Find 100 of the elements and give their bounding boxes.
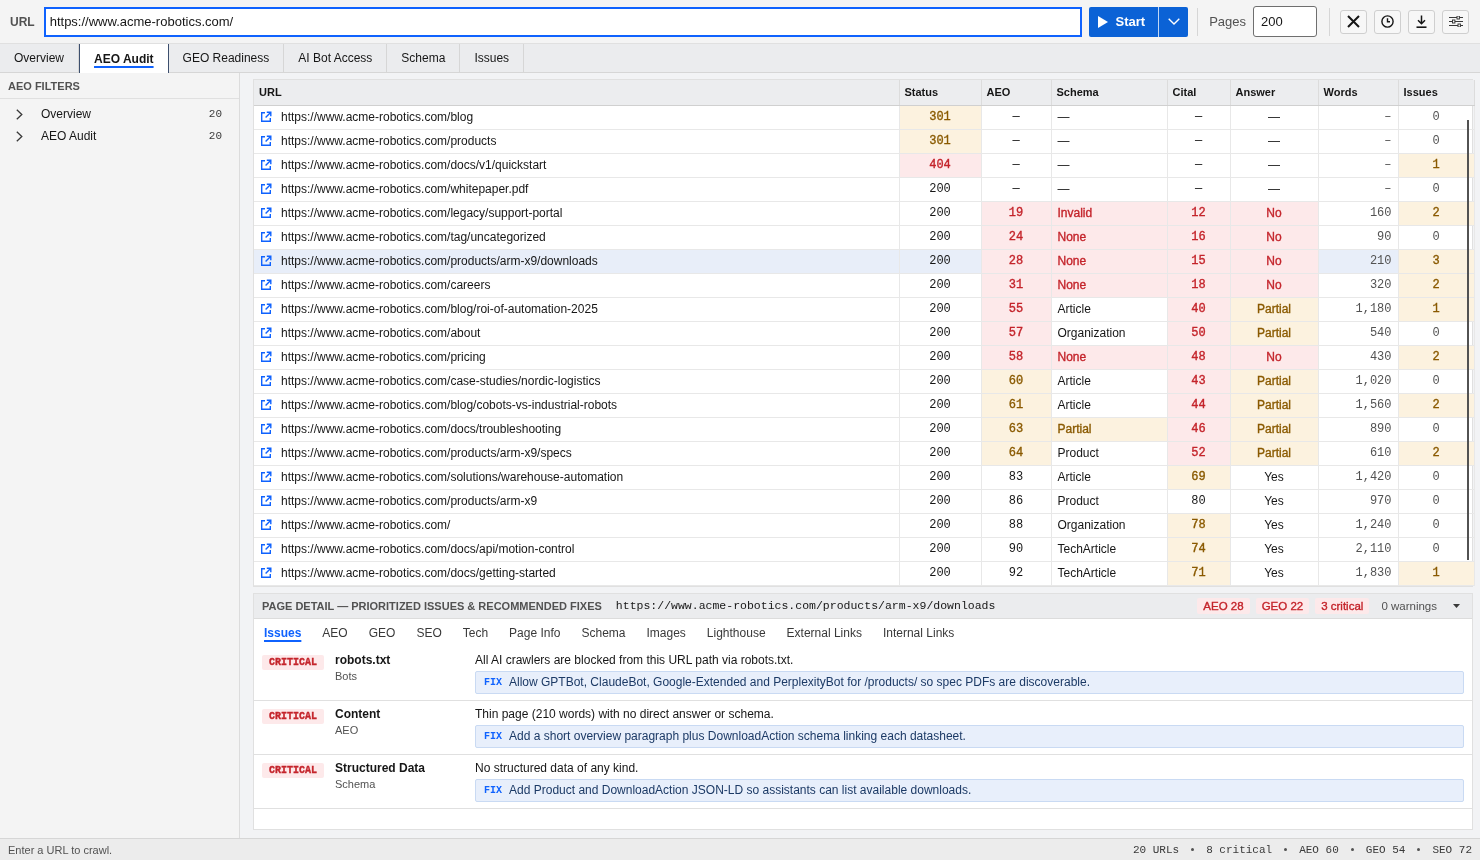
table-row[interactable]: https://www.acme-robotics.com/products 301 — — — — – 0: [254, 129, 1474, 153]
url-text: https://www.acme-robotics.com/pricing: [281, 350, 486, 364]
detail-tab[interactable]: SEO: [416, 625, 442, 640]
settings-button[interactable]: [1442, 9, 1469, 34]
external-link-icon[interactable]: [260, 351, 272, 363]
detail-tab[interactable]: Page Info: [509, 625, 561, 640]
table-row[interactable]: https://www.acme-robotics.com/blog/roi-of-automation-2025 200 55 Article 40 Partial 1,180 1: [254, 297, 1474, 321]
sidebar-item[interactable]: Overview 20: [0, 103, 239, 125]
table-row[interactable]: https://www.acme-robotics.com/pricing 200 58 None 48 No 430 2: [254, 345, 1474, 369]
tab[interactable]: Schema: [387, 44, 461, 72]
table-row[interactable]: https://www.acme-robotics.com/solutions/warehouse-automation 200 83 Article 69 Yes 1,420 0: [254, 465, 1474, 489]
external-link-icon[interactable]: [260, 495, 272, 507]
chevron-right-icon[interactable]: [16, 108, 23, 120]
fix-text: Allow GPTBot, ClaudeBot, Google-Extended and PerplexityBot for /products/ so spec PDFs are discoverable.: [509, 675, 1090, 689]
external-link-icon[interactable]: [260, 135, 272, 147]
external-link-icon[interactable]: [260, 327, 272, 339]
status-message: Enter a URL to crawl.: [8, 843, 114, 856]
table-cell: Article: [1051, 393, 1167, 417]
table-cell: Partial: [1230, 369, 1318, 393]
table-cell: 970: [1318, 489, 1398, 513]
detail-tab[interactable]: GEO: [368, 625, 396, 640]
issue-title: Structured Data: [335, 760, 427, 775]
sidebar-item[interactable]: AEO Audit 20: [0, 125, 239, 147]
table-row[interactable]: https://www.acme-robotics.com/docs/getting-started 200 92 TechArticle 71 Yes 1,830 1: [254, 561, 1474, 585]
external-link-icon[interactable]: [260, 471, 272, 483]
table-cell: 200: [899, 321, 981, 345]
detail-tab[interactable]: Lighthouse: [706, 625, 766, 640]
download-icon: [1416, 15, 1427, 28]
pages-field[interactable]: 200: [1253, 6, 1317, 37]
column-header[interactable]: AEO: [981, 80, 1051, 105]
detail-tab[interactable]: Images: [646, 625, 686, 640]
table-row[interactable]: https://www.acme-robotics.com/docs/api/motion-control 200 90 TechArticle 74 Yes 2,110 0: [254, 537, 1474, 561]
table-row[interactable]: https://www.acme-robotics.com/products/arm-x9 200 86 Product 80 Yes 970 0: [254, 489, 1474, 513]
external-link-icon[interactable]: [260, 303, 272, 315]
column-header[interactable]: Answer: [1230, 80, 1318, 105]
external-link-icon[interactable]: [260, 567, 272, 579]
external-link-icon[interactable]: [260, 231, 272, 243]
table-cell: 200: [899, 225, 981, 249]
external-link-icon[interactable]: [260, 183, 272, 195]
table-cell: No: [1230, 345, 1318, 369]
table-row[interactable]: https://www.acme-robotics.com/docs/troubleshooting 200 63 Partial 46 Partial 890 0: [254, 417, 1474, 441]
table-row[interactable]: https://www.acme-robotics.com/blog 301 — — — — – 0: [254, 105, 1474, 129]
tab[interactable]: GEO Readiness: [168, 44, 285, 72]
url-field[interactable]: https://www.acme-robotics.com/: [43, 6, 1082, 37]
table-cell: 610: [1318, 441, 1398, 465]
table-row[interactable]: https://www.acme-robotics.com/whitepaper.pdf 200 — — — — – 0: [254, 177, 1474, 201]
detail-tab[interactable]: Tech: [462, 625, 489, 640]
table-cell: 88: [981, 513, 1051, 537]
start-options-button[interactable]: [1158, 6, 1189, 37]
detail-tab[interactable]: Issues: [264, 625, 302, 640]
tab[interactable]: Issues: [460, 44, 525, 72]
column-header[interactable]: Status: [899, 80, 981, 105]
external-link-icon[interactable]: [260, 207, 272, 219]
external-link-icon[interactable]: [260, 543, 272, 555]
column-header[interactable]: Words: [1318, 80, 1398, 105]
tab[interactable]: AI Bot Access: [284, 44, 388, 72]
table-row[interactable]: https://www.acme-robotics.com/products/arm-x9/specs 200 64 Product 52 Partial 610 2: [254, 441, 1474, 465]
table-row[interactable]: https://www.acme-robotics.com/ 200 88 Organization 78 Yes 1,240 0: [254, 513, 1474, 537]
external-link-icon[interactable]: [260, 519, 272, 531]
table-row[interactable]: https://www.acme-robotics.com/products/arm-x9/downloads 200 28 None 15 No 210 3: [254, 249, 1474, 273]
detail-tab[interactable]: AEO: [322, 625, 348, 640]
chevron-right-icon[interactable]: [16, 130, 23, 142]
tab[interactable]: AEO Audit: [79, 44, 169, 73]
external-link-icon[interactable]: [260, 375, 272, 387]
external-link-icon[interactable]: [260, 159, 272, 171]
table-cell: 1,180: [1318, 297, 1398, 321]
column-header[interactable]: Cital: [1167, 80, 1230, 105]
table-cell: Invalid: [1051, 201, 1167, 225]
clear-button[interactable]: [1340, 9, 1367, 34]
column-header[interactable]: Schema: [1051, 80, 1167, 105]
external-link-icon[interactable]: [260, 423, 272, 435]
table-row[interactable]: https://www.acme-robotics.com/careers 200 31 None 18 No 320 2: [254, 273, 1474, 297]
detail-tab[interactable]: Internal Links: [882, 625, 955, 640]
table-cell: No: [1230, 225, 1318, 249]
external-link-icon[interactable]: [260, 279, 272, 291]
scrollbar-thumb[interactable]: [1467, 120, 1469, 560]
table-row[interactable]: https://www.acme-robotics.com/case-studies/nordic-logistics 200 60 Article 43 Partial 1,020 0: [254, 369, 1474, 393]
external-link-icon[interactable]: [260, 111, 272, 123]
external-link-icon[interactable]: [260, 447, 272, 459]
table-cell: –: [1318, 177, 1398, 201]
caret-down-icon[interactable]: [1453, 603, 1460, 608]
table-row[interactable]: https://www.acme-robotics.com/about 200 57 Organization 50 Partial 540 0: [254, 321, 1474, 345]
filter-label: Overview: [41, 107, 92, 121]
table-cell: 200: [899, 177, 981, 201]
column-header[interactable]: Issues: [1398, 80, 1474, 105]
external-link-icon[interactable]: [260, 399, 272, 411]
filter-count: 20: [208, 108, 222, 120]
detail-tab[interactable]: External Links: [786, 625, 862, 640]
summary-text: 0 warnings: [1380, 598, 1438, 614]
table-row[interactable]: https://www.acme-robotics.com/legacy/support-portal 200 19 Invalid 12 No 160 2: [254, 201, 1474, 225]
table-row[interactable]: https://www.acme-robotics.com/blog/cobots-vs-industrial-robots 200 61 Article 44 Partial 1,560 2: [254, 393, 1474, 417]
table-row[interactable]: https://www.acme-robotics.com/tag/uncategorized 200 24 None 16 No 90 0: [254, 225, 1474, 249]
table-row[interactable]: https://www.acme-robotics.com/docs/v1/quickstart 404 — — — — – 1: [254, 153, 1474, 177]
detail-tab[interactable]: Schema: [581, 625, 626, 640]
history-button[interactable]: [1374, 9, 1401, 34]
download-button[interactable]: [1408, 9, 1435, 34]
dot-icon: [1191, 848, 1195, 851]
start-button[interactable]: Start: [1088, 6, 1159, 37]
external-link-icon[interactable]: [260, 255, 272, 267]
column-header[interactable]: URL: [254, 80, 899, 105]
